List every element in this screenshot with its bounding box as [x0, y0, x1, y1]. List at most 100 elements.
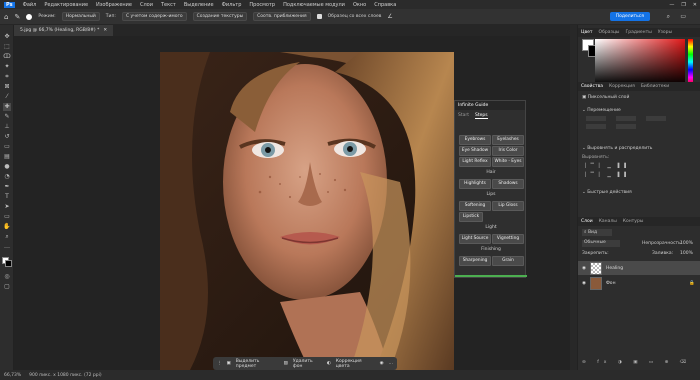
menu-view[interactable]: Просмотр — [249, 2, 275, 8]
drag-handle-icon[interactable]: ⋮ — [217, 361, 222, 366]
tab-properties[interactable]: Свойства — [581, 84, 603, 89]
tab-corrections[interactable]: Коррекция — [609, 84, 635, 89]
brush-size-preview[interactable] — [26, 13, 33, 20]
layer-row[interactable]: ◉ Фон 🔒 — [578, 276, 700, 290]
menu-select[interactable]: Выделение — [184, 2, 214, 8]
tab-start[interactable]: Start — [458, 113, 469, 119]
eyedropper-tool-icon[interactable]: ⁄ — [3, 93, 11, 101]
more-tools-icon[interactable]: … — [3, 243, 11, 251]
tab-gradients[interactable]: Градиенты — [626, 30, 652, 35]
portrait-photo[interactable] — [160, 52, 454, 370]
quick-actions-section[interactable]: ⌄ Быстрые действия — [582, 190, 632, 195]
sharpening-button[interactable]: Sharpening — [459, 256, 491, 266]
mode-select[interactable]: Нормальный — [61, 12, 100, 21]
layer-kind-filter[interactable]: ⌕ Вид — [582, 229, 612, 236]
content-aware-button[interactable]: С учетом содерж-имого — [121, 12, 187, 21]
close-icon[interactable]: ✕ — [693, 2, 697, 8]
more-icon[interactable]: … — [389, 361, 394, 366]
sample-all-checkbox[interactable] — [316, 14, 322, 19]
blur-tool-icon[interactable]: ● — [3, 163, 11, 171]
search-icon[interactable]: ⌕ — [667, 13, 670, 21]
move-tool-icon[interactable]: ✥ — [3, 33, 11, 41]
quick-select-tool-icon[interactable]: ✦ — [3, 63, 11, 71]
crop-tool-icon[interactable]: ⌗ — [3, 73, 11, 81]
angle-icon[interactable]: ∠ — [387, 13, 392, 20]
share-button[interactable]: Поделиться — [609, 12, 650, 21]
grain-button[interactable]: Grain — [492, 256, 524, 266]
menu-window[interactable]: Окно — [353, 2, 366, 8]
eraser-tool-icon[interactable]: ▭ — [3, 143, 11, 151]
menu-help[interactable]: Справка — [374, 2, 396, 8]
visibility-eye-icon[interactable]: ◉ — [582, 281, 586, 286]
eye-shadow-button[interactable]: Eye Shadow — [459, 146, 491, 156]
marquee-tool-icon[interactable]: ⬚ — [3, 43, 11, 51]
path-select-tool-icon[interactable]: ➤ — [3, 203, 11, 211]
menu-edit[interactable]: Редактирование — [44, 2, 88, 8]
opacity-value[interactable]: 100% — [680, 241, 693, 246]
softening-button[interactable]: Softening — [459, 201, 491, 211]
menu-filter[interactable]: Фильтр — [222, 2, 242, 8]
healing-brush-tool-icon[interactable]: ✚ — [3, 103, 11, 111]
tab-channels[interactable]: Каналы — [599, 219, 617, 224]
eyelashes-button[interactable]: Eyelashes — [492, 135, 524, 145]
type-tool-icon[interactable]: T — [3, 193, 11, 201]
tab-steps[interactable]: Steps — [475, 113, 488, 119]
tab-contours[interactable]: Контуры — [623, 219, 644, 224]
zoom-tool-icon[interactable]: ⌕ — [3, 233, 11, 241]
create-texture-button[interactable]: Создание текстуры — [192, 12, 248, 21]
tab-libraries[interactable]: Библиотеки — [641, 84, 669, 89]
shadows-button[interactable]: Shadows — [492, 179, 524, 189]
light-source-button[interactable]: Light Source — [459, 234, 491, 244]
dodge-tool-icon[interactable]: ◔ — [3, 173, 11, 181]
transform-fields[interactable] — [586, 116, 696, 132]
quick-mask-icon[interactable]: ◎ — [3, 273, 11, 281]
tab-swatches[interactable]: Образцы — [599, 30, 620, 35]
menu-plugins[interactable]: Подключаемые модули — [283, 2, 345, 8]
tab-color[interactable]: Цвет — [581, 30, 593, 35]
frame-tool-icon[interactable]: ⊠ — [3, 83, 11, 91]
shape-tool-icon[interactable]: ▭ — [3, 213, 11, 221]
brush-tool-icon[interactable]: ✎ — [14, 13, 20, 21]
history-brush-tool-icon[interactable]: ↺ — [3, 133, 11, 141]
menu-layers[interactable]: Слои — [140, 2, 153, 8]
menu-image[interactable]: Изображение — [96, 2, 132, 8]
distribute-icons[interactable]: ▕▔▏▁▐▌ — [582, 173, 633, 178]
lasso-tool-icon[interactable]: ↀ — [3, 53, 11, 61]
minimize-icon[interactable]: — — [669, 2, 674, 8]
vignetting-button[interactable]: Vignetting — [492, 234, 524, 244]
home-icon[interactable]: ⌂ — [4, 13, 8, 21]
lip-gloss-button[interactable]: Lip Gloss — [492, 201, 524, 211]
hue-slider[interactable] — [688, 39, 693, 85]
layer-footer-icons[interactable]: ⊖ fx ◑ ▣ ▭ ⊕ ⌫ — [582, 360, 691, 365]
settings-icon[interactable]: ◉ — [380, 361, 384, 366]
background-color-swatch[interactable] — [5, 260, 12, 267]
visibility-eye-icon[interactable]: ◉ — [582, 266, 586, 271]
pen-tool-icon[interactable]: ✒ — [3, 183, 11, 191]
align-section[interactable]: ⌄ Выровнять и распределить — [582, 146, 652, 151]
light-reflex-button[interactable]: Light Reflex — [459, 157, 491, 167]
lipstick-button[interactable]: Lipstick — [459, 212, 483, 222]
remove-bg-button[interactable]: Удалить фон — [293, 359, 322, 369]
fill-value[interactable]: 100% — [680, 251, 693, 256]
align-icons[interactable]: ▕▔▏▁▐▌ — [582, 164, 633, 169]
gradient-tool-icon[interactable]: ▤ — [3, 153, 11, 161]
document-tab[interactable]: 5.jpg @ 66,7% (Healing, RGB/8#) * ✕ — [14, 25, 114, 36]
layer-row[interactable]: ◉ Healing — [578, 261, 700, 275]
blend-mode-select[interactable]: Обычные — [582, 240, 620, 247]
workspace-icon[interactable]: ▭ — [680, 13, 686, 20]
eyebrows-button[interactable]: Eyebrows — [459, 135, 491, 145]
proximity-match-button[interactable]: Соотв. приближения — [253, 12, 311, 21]
menu-file[interactable]: Файл — [23, 2, 37, 8]
select-subject-button[interactable]: Выделить предмет — [236, 359, 279, 369]
hand-tool-icon[interactable]: ✋ — [3, 223, 11, 231]
brush-tool-icon[interactable]: ✎ — [3, 113, 11, 121]
tab-patterns[interactable]: Узоры — [658, 30, 672, 35]
transform-section[interactable]: ⌄ Перемещение — [582, 108, 621, 113]
maximize-icon[interactable]: ❐ — [681, 2, 685, 8]
close-tab-icon[interactable]: ✕ — [103, 28, 107, 33]
color-field[interactable] — [595, 39, 685, 85]
white-eyes-button[interactable]: White - Eyes — [492, 157, 524, 167]
ps-logo[interactable]: Ps — [4, 1, 15, 8]
iris-color-button[interactable]: Iris Color — [492, 146, 524, 156]
stamp-tool-icon[interactable]: ⊥ — [3, 123, 11, 131]
